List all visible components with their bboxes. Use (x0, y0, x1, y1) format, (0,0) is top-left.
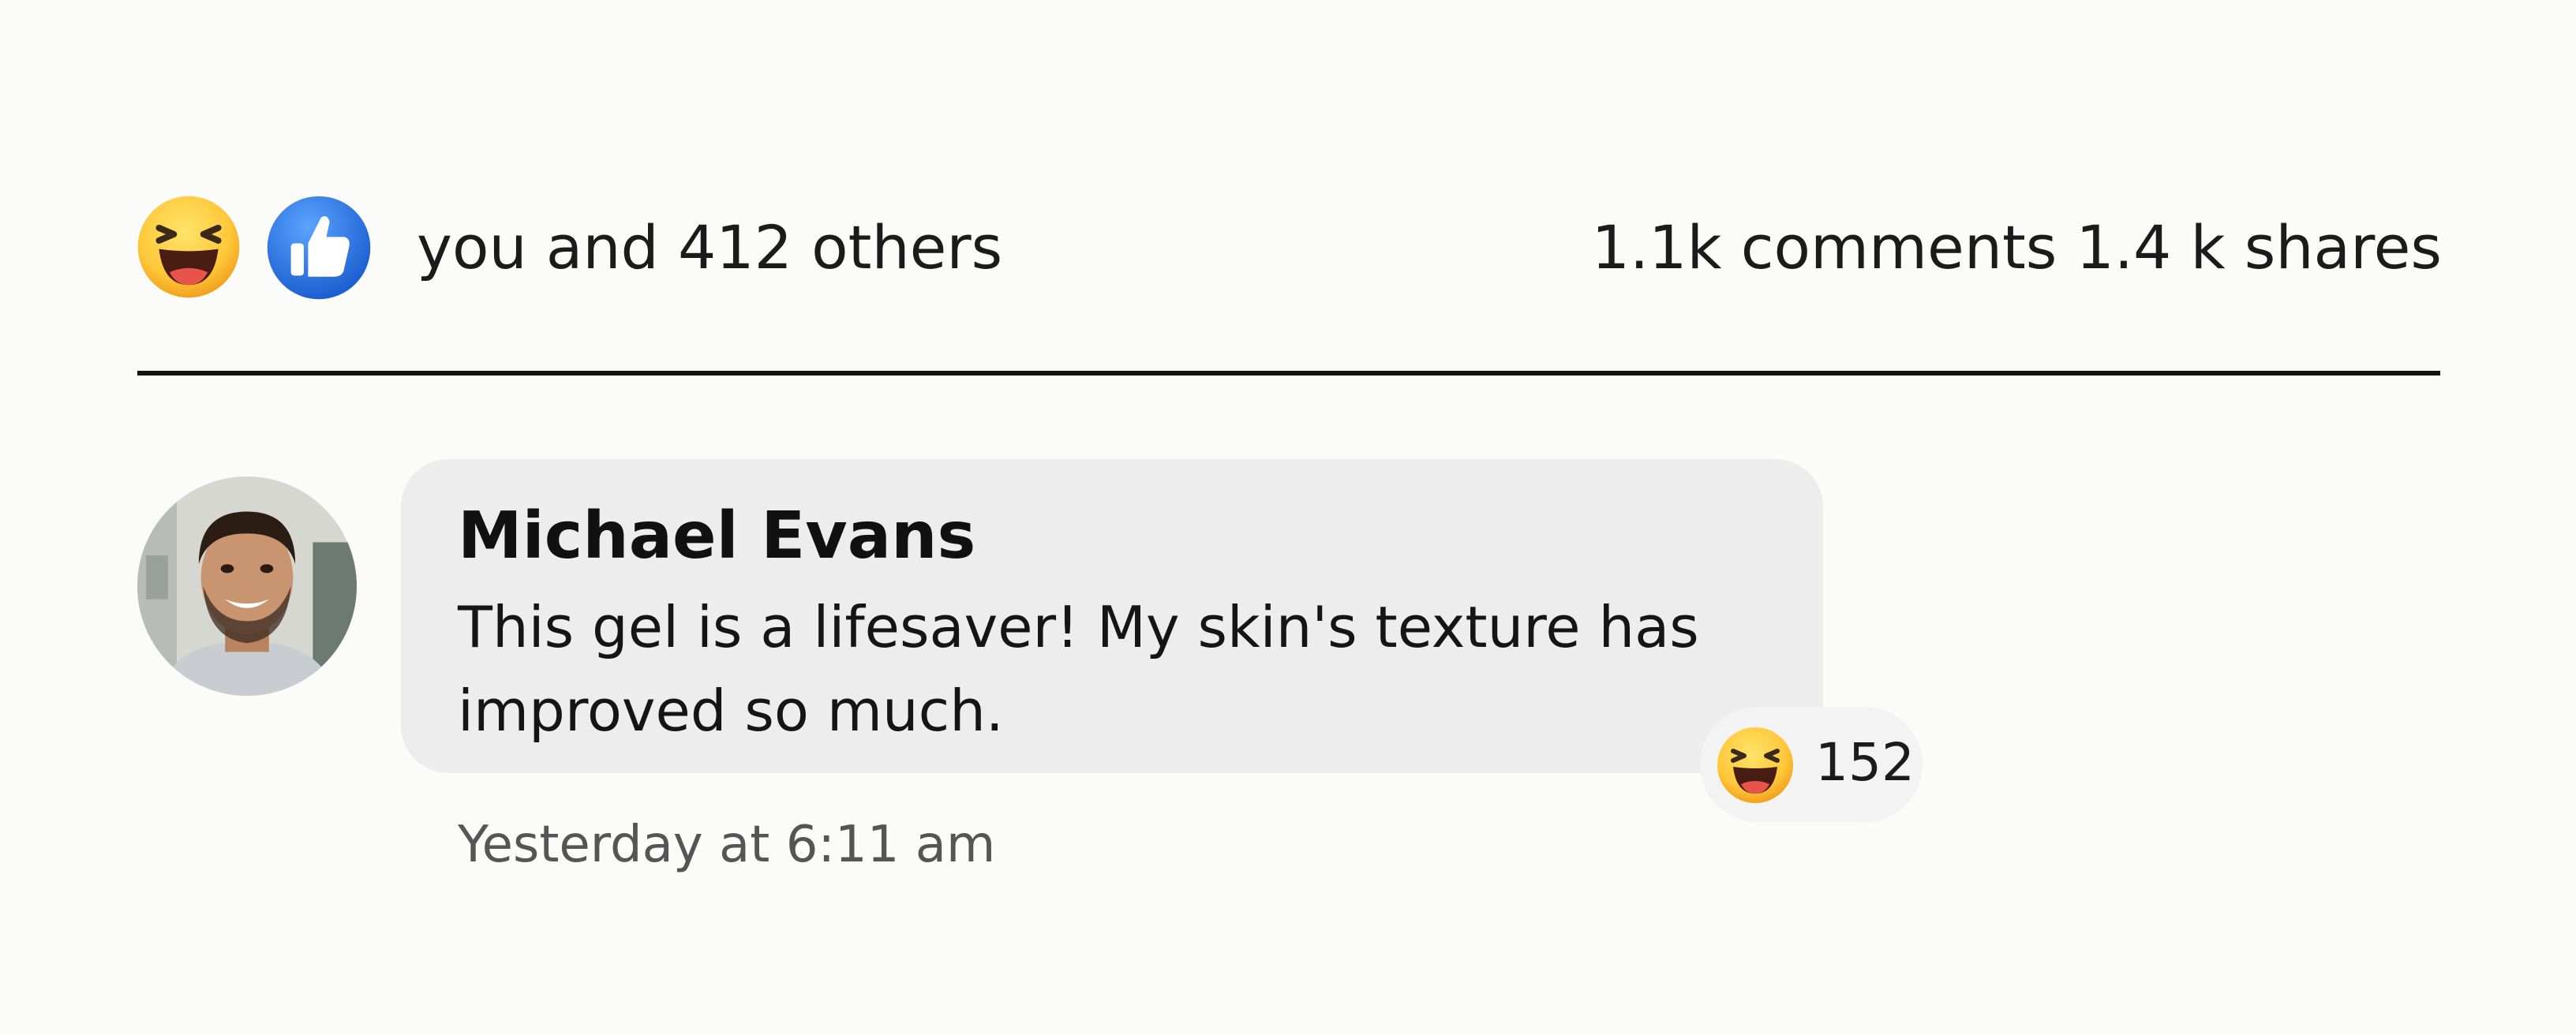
reaction-summary-text[interactable]: you and 412 others (417, 210, 1002, 286)
reaction-count: 152 (1815, 732, 1915, 793)
reaction-summary-row: you and 412 others 1.1k comments 1.4 k s… (136, 194, 2442, 305)
post-footer: you and 412 others 1.1k comments 1.4 k s… (0, 0, 2576, 1035)
comments-shares-count[interactable]: 1.1k comments 1.4 k shares (1592, 210, 2442, 286)
avatar[interactable] (137, 476, 357, 696)
laughing-emoji-icon[interactable] (136, 194, 242, 300)
laughing-emoji-icon (1717, 727, 1793, 803)
comment-reaction-badge[interactable]: 152 (1700, 707, 1923, 822)
comment-author[interactable]: Michael Evans (458, 497, 975, 576)
divider (137, 371, 2440, 376)
comment-bubble: Michael Evans This gel is a lifesaver! M… (401, 459, 1823, 773)
comment-timestamp[interactable]: Yesterday at 6:11 am (458, 809, 995, 880)
comment-text: This gel is a lifesaver! My skin's textu… (458, 594, 1699, 744)
thumbs-up-like-icon[interactable] (265, 194, 373, 301)
